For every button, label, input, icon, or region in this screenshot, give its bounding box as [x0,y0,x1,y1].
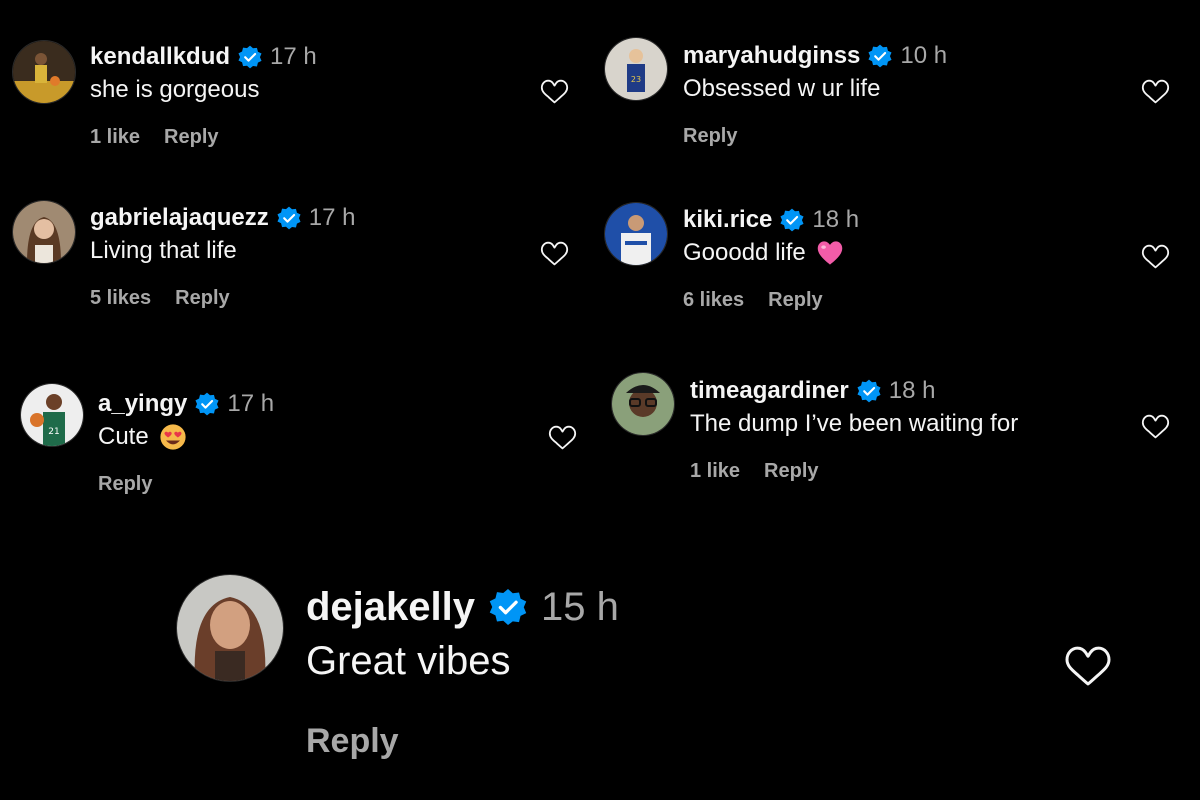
avatar[interactable] [12,40,76,104]
heart-icon[interactable] [1140,242,1171,271]
verified-badge-icon [277,206,301,230]
comment-text: Obsessed w ur life [683,75,881,102]
timestamp: 17 h [270,43,317,70]
avatar[interactable] [611,372,675,436]
timestamp: 18 h [888,377,936,404]
reply-button[interactable]: Reply [768,289,822,312]
reply-button[interactable]: Reply [164,126,218,149]
comment-text: Gooodd life [683,239,806,266]
reply-button[interactable]: Reply [683,125,737,148]
verified-badge-icon [238,45,262,69]
heart-icon[interactable] [1140,412,1171,441]
verified-badge-icon [489,588,527,626]
heart-icon[interactable] [1140,77,1171,106]
avatar[interactable] [12,200,76,264]
comment-text: Living that life [90,237,237,264]
heart-icon[interactable] [539,239,570,268]
username[interactable]: timeagardiner [690,377,849,405]
heart-icon[interactable] [1062,642,1114,690]
heart-icon[interactable] [547,423,578,452]
username[interactable]: maryahudginss [683,42,860,70]
svg-text:21: 21 [48,427,59,437]
like-count[interactable]: 5 likes [90,287,151,310]
username[interactable]: kiki.rice [683,206,772,234]
timestamp: 10 h [900,42,948,69]
timestamp: 17 h [227,390,275,417]
timestamp: 15 h [541,584,619,629]
username[interactable]: kendallkdud [90,43,230,71]
reply-button[interactable]: Reply [98,473,152,496]
username[interactable]: a_yingy [98,390,187,418]
verified-badge-icon [780,208,804,232]
comment-text: Cute [98,423,149,450]
reply-button[interactable]: Reply [764,460,818,483]
like-count[interactable]: 1 like [90,126,140,149]
verified-badge-icon [857,379,881,403]
username[interactable]: gabrielajaquezz [90,204,269,232]
reply-button[interactable]: Reply [175,287,229,310]
comment-text: Great vibes [306,639,511,683]
svg-text:23: 23 [631,75,641,84]
username[interactable]: dejakelly [306,585,475,630]
avatar[interactable]: 23 [604,37,668,101]
like-count[interactable]: 1 like [690,460,740,483]
avatar[interactable]: 21 [20,383,84,447]
verified-badge-icon [868,44,892,68]
pink-heart-icon [816,240,844,266]
verified-badge-icon [195,392,219,416]
timestamp: 18 h [812,206,860,233]
comment-text: she is gorgeous [90,76,260,103]
like-count[interactable]: 6 likes [683,289,744,312]
avatar[interactable] [604,202,668,266]
comment-text: The dump I’ve been waiting for [690,410,1019,437]
heart-icon[interactable] [539,77,570,106]
timestamp: 17 h [308,204,356,231]
reply-button[interactable]: Reply [306,722,399,761]
avatar[interactable] [176,574,284,682]
heart-eyes-emoji-icon [159,423,187,451]
